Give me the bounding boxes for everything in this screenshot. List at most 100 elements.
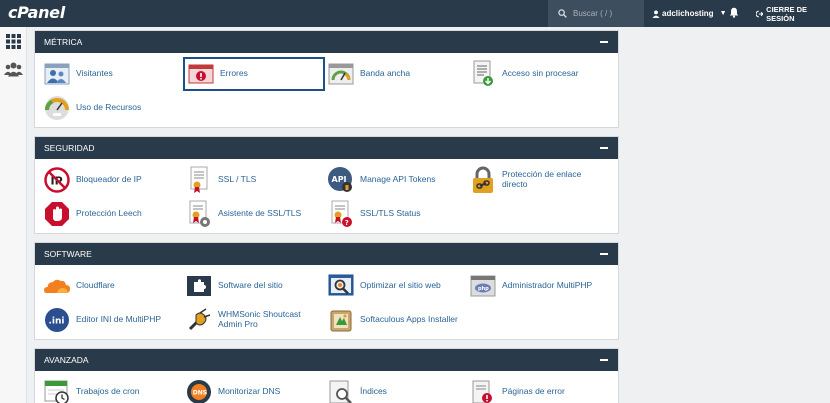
panel-seguridad: SEGURIDAD IP Bloqueador de IP SSL / TLS … bbox=[34, 136, 619, 234]
item-label: Software del sitio bbox=[218, 280, 283, 291]
item-softaculous[interactable]: Softaculous Apps Installer bbox=[325, 303, 467, 337]
collapse-icon[interactable] bbox=[600, 253, 608, 255]
api-icon: API bbox=[327, 166, 355, 194]
item-proteccion-leech[interactable]: Protección Leech bbox=[41, 197, 183, 231]
site-software-icon bbox=[185, 272, 213, 300]
panel-header-metrica[interactable]: MÉTRICA bbox=[35, 31, 618, 53]
panel-title: AVANZADA bbox=[44, 355, 89, 365]
errors-icon bbox=[187, 60, 215, 88]
item-trabajos-de-cron[interactable]: Trabajos de cron bbox=[41, 375, 183, 403]
collapse-icon[interactable] bbox=[600, 41, 608, 43]
item-optimizar-sitio-web[interactable]: Optimizar el sitio web bbox=[325, 269, 467, 303]
optimize-website-icon bbox=[327, 272, 355, 300]
users-icon[interactable] bbox=[4, 62, 23, 77]
panel-header-software[interactable]: SOFTWARE bbox=[35, 243, 618, 265]
certificate-icon bbox=[185, 166, 213, 194]
cpanel-logo[interactable]: cPanel bbox=[8, 3, 65, 22]
item-label: Banda ancha bbox=[360, 68, 411, 79]
item-paginas-de-error[interactable]: Páginas de error bbox=[467, 375, 609, 403]
logout-icon bbox=[756, 10, 764, 17]
cron-jobs-icon bbox=[43, 378, 71, 403]
indexes-icon bbox=[327, 378, 355, 403]
search-input[interactable] bbox=[573, 9, 639, 18]
item-label: Cloudflare bbox=[76, 280, 115, 291]
item-proteccion-enlace-directo[interactable]: Protección de enlace directo bbox=[467, 163, 609, 197]
item-label: Trabajos de cron bbox=[76, 386, 140, 397]
collapse-icon[interactable] bbox=[600, 147, 608, 149]
panel-avanzada: AVANZADA Trabajos de cron DNS Monitoriza… bbox=[34, 348, 619, 403]
page-scrollbar[interactable] bbox=[824, 27, 830, 403]
softaculous-icon bbox=[327, 306, 355, 334]
ip-blocker-icon: IP bbox=[43, 166, 71, 194]
item-label: Uso de Recursos bbox=[76, 102, 142, 113]
logout-button[interactable]: CIERRE DE SESIÓN bbox=[756, 0, 830, 27]
panel-header-seguridad[interactable]: SEGURIDAD bbox=[35, 137, 618, 159]
svg-text:?: ? bbox=[345, 219, 349, 227]
item-errores[interactable]: Errores bbox=[183, 57, 325, 91]
item-ssl-tls-status[interactable]: ? SSL/TLS Status bbox=[325, 197, 467, 231]
item-bloqueador-de-ip[interactable]: IP Bloqueador de IP bbox=[41, 163, 183, 197]
item-label: Optimizar el sitio web bbox=[360, 280, 441, 291]
item-label: Errores bbox=[220, 68, 248, 79]
item-cloudflare[interactable]: Cloudflare bbox=[41, 269, 183, 303]
ssl-status-icon: ? bbox=[327, 200, 355, 228]
item-label: Índices bbox=[360, 386, 387, 397]
hotlink-protection-icon bbox=[469, 166, 497, 194]
visitors-icon bbox=[43, 60, 71, 88]
user-menu[interactable]: adclichosting ▼ bbox=[652, 0, 727, 27]
top-bar: cPanel adclichosting ▼ CIERRE DE SESIÓN bbox=[0, 0, 830, 27]
main-content: MÉTRICA Visitantes Errores Banda ancha A… bbox=[34, 30, 619, 403]
whmsonic-icon bbox=[185, 306, 213, 334]
item-label: Visitantes bbox=[76, 68, 113, 79]
item-label: SSL / TLS bbox=[218, 174, 257, 185]
item-label: Editor INI de MultiPHP bbox=[76, 314, 162, 325]
left-nav bbox=[0, 27, 27, 403]
item-label: Softaculous Apps Installer bbox=[360, 314, 458, 325]
leech-protection-icon bbox=[43, 200, 71, 228]
item-uso-de-recursos[interactable]: Uso de Recursos bbox=[41, 91, 183, 125]
user-icon bbox=[652, 9, 660, 18]
multiphp-ini-editor-icon: .ini bbox=[43, 306, 71, 334]
panel-metrica: MÉTRICA Visitantes Errores Banda ancha A… bbox=[34, 30, 619, 128]
svg-text:DNS: DNS bbox=[193, 390, 207, 397]
item-visitantes[interactable]: Visitantes bbox=[41, 57, 183, 91]
panel-title: MÉTRICA bbox=[44, 37, 83, 47]
item-label: Asistente de SSL/TLS bbox=[218, 208, 302, 219]
cloudflare-icon bbox=[43, 272, 71, 300]
item-acceso-sin-procesar[interactable]: Acceso sin procesar bbox=[467, 57, 609, 91]
item-monitorizar-dns[interactable]: DNS Monitorizar DNS bbox=[183, 375, 325, 403]
search-box[interactable] bbox=[548, 0, 644, 27]
item-label: Monitorizar DNS bbox=[218, 386, 281, 397]
collapse-icon[interactable] bbox=[600, 359, 608, 361]
item-label: Protección Leech bbox=[76, 208, 142, 219]
item-manage-api-tokens[interactable]: API Manage API Tokens bbox=[325, 163, 467, 197]
panel-header-avanzada[interactable]: AVANZADA bbox=[35, 349, 618, 371]
svg-text:API: API bbox=[332, 175, 347, 184]
username-label: adclichosting bbox=[662, 9, 714, 18]
chevron-down-icon: ▼ bbox=[719, 10, 727, 17]
item-label: Acceso sin procesar bbox=[502, 68, 579, 79]
item-label: Manage API Tokens bbox=[360, 174, 436, 185]
item-editor-ini-multiphp[interactable]: .ini Editor INI de MultiPHP bbox=[41, 303, 183, 337]
item-indices[interactable]: Índices bbox=[325, 375, 467, 403]
item-asistente-ssl-tls[interactable]: Asistente de SSL/TLS bbox=[183, 197, 325, 231]
svg-text:php: php bbox=[478, 286, 489, 292]
item-software-del-sitio[interactable]: Software del sitio bbox=[183, 269, 325, 303]
item-banda-ancha[interactable]: Banda ancha bbox=[325, 57, 467, 91]
grid-icon[interactable] bbox=[6, 34, 21, 49]
ssl-wizard-icon bbox=[185, 200, 213, 228]
item-ssl-tls[interactable]: SSL / TLS bbox=[183, 163, 325, 197]
item-label: Bloqueador de IP bbox=[76, 174, 142, 185]
panel-software: SOFTWARE Cloudflare Software del sitio O… bbox=[34, 242, 619, 340]
error-pages-icon bbox=[469, 378, 497, 403]
bell-icon[interactable] bbox=[729, 7, 739, 18]
multiphp-manager-icon: php bbox=[469, 272, 497, 300]
panel-title: SOFTWARE bbox=[44, 249, 92, 259]
item-administrador-multiphp[interactable]: php Administrador MultiPHP bbox=[467, 269, 609, 303]
item-label: WHMSonic Shoutcast Admin Pro bbox=[218, 309, 301, 329]
item-whmsonic-shoutcast[interactable]: WHMSonic Shoutcast Admin Pro bbox=[183, 303, 325, 337]
search-icon bbox=[558, 9, 567, 18]
resource-usage-icon bbox=[43, 94, 71, 122]
item-label: Administrador MultiPHP bbox=[502, 280, 593, 291]
item-label: SSL/TLS Status bbox=[360, 208, 421, 219]
